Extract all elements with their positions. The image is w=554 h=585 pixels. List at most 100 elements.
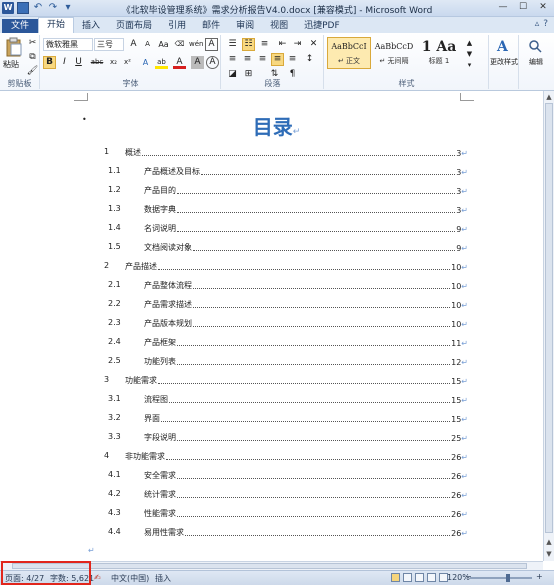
language-indicator[interactable]: 中文(中国) [111, 573, 149, 584]
toc-entry[interactable]: 产品描述 10↵ [125, 260, 468, 272]
toc-entry[interactable]: 功能列表 12↵ [144, 355, 468, 367]
zoom-in-button[interactable]: + [536, 572, 543, 581]
increase-indent-button[interactable]: ⇥ [291, 38, 304, 51]
strikethrough-button[interactable]: abc [89, 56, 105, 69]
clear-formatting-icon[interactable]: ⌫ [173, 38, 186, 51]
maximize-button[interactable]: ☐ [516, 1, 530, 14]
change-styles-icon[interactable]: A [496, 37, 512, 55]
close-button[interactable]: ✕ [536, 1, 550, 14]
next-page-icon[interactable]: ▼ [544, 549, 554, 559]
paste-icon[interactable] [5, 37, 23, 57]
superscript-button[interactable]: x² [121, 56, 134, 69]
grow-font-icon[interactable]: A [127, 38, 140, 51]
tab-view[interactable]: 视图 [262, 19, 296, 33]
tab-insert[interactable]: 插入 [74, 19, 108, 33]
toc-entry[interactable]: 名词说明 9↵ [144, 222, 468, 234]
insert-mode-indicator[interactable]: 插入 [155, 573, 171, 584]
tab-pdf[interactable]: 迅捷PDF [296, 19, 348, 33]
toc-entry[interactable]: 产品需求描述 10↵ [144, 298, 468, 310]
text-effects-icon[interactable]: A [139, 56, 152, 69]
paragraph-mark: ↵ [461, 529, 468, 538]
font-color-button[interactable]: A [173, 56, 186, 69]
print-layout-view-icon[interactable] [391, 573, 400, 582]
toc-entry[interactable]: 安全需求 26↵ [144, 469, 468, 481]
toc-entry[interactable]: 非功能需求 26↵ [125, 450, 468, 462]
tab-page-layout[interactable]: 页面布局 [108, 19, 160, 33]
tab-mailings[interactable]: 邮件 [194, 19, 228, 33]
full-screen-reading-icon[interactable] [403, 573, 412, 582]
phonetic-guide-icon[interactable]: wén [189, 38, 203, 51]
zoom-slider-knob[interactable] [506, 574, 510, 582]
align-right-button[interactable]: ≡ [256, 53, 269, 66]
numbering-button[interactable]: ☷ [242, 38, 255, 51]
shrink-font-icon[interactable]: A [141, 38, 154, 51]
styles-more-icon[interactable]: ▾ [463, 59, 476, 72]
toc-entry[interactable]: 功能需求 15↵ [125, 374, 468, 386]
toc-entry[interactable]: 性能需求 26↵ [144, 507, 468, 519]
style-heading-1[interactable]: 1 Aa 标题 1 [417, 37, 461, 69]
toc-leader-dots [177, 193, 456, 194]
document-page[interactable]: • 目录↵ 1 概述 3↵ 1.1 产品概述及目标 3↵ 1.2 产品目的 3↵ 1.3 数据字典 3… [0, 91, 543, 561]
format-painter-icon[interactable]: 🖌 [26, 65, 39, 78]
toc-entry[interactable]: 易用性需求 26↵ [144, 526, 468, 538]
character-border-icon[interactable]: A [205, 38, 218, 51]
toc-entry[interactable]: 产品整体流程 10↵ [144, 279, 468, 291]
minimize-ribbon-icon[interactable]: ▵ [535, 19, 540, 29]
toc-entry[interactable]: 产品目的 3↵ [144, 184, 468, 196]
minimize-button[interactable]: — [496, 1, 510, 14]
web-layout-icon[interactable] [415, 573, 424, 582]
bold-button[interactable]: B [43, 56, 56, 69]
align-left-button[interactable]: ≡ [226, 53, 239, 66]
subscript-button[interactable]: x₂ [107, 56, 120, 69]
vertical-scrollbar[interactable]: ▲ ▲ ▼ [543, 91, 554, 561]
line-spacing-button[interactable]: ↕ [303, 53, 316, 66]
tab-references[interactable]: 引用 [160, 19, 194, 33]
previous-page-icon[interactable]: ▲ [544, 537, 554, 547]
paste-label[interactable]: 粘贴 [3, 59, 19, 70]
change-case-icon[interactable]: Aa [157, 38, 170, 51]
bullets-button[interactable]: ☰ [226, 38, 239, 51]
toc-entry[interactable]: 文档阅读对象 9↵ [144, 241, 468, 253]
toc-entry[interactable]: 产品版本规划 10↵ [144, 317, 468, 329]
align-center-button[interactable]: ≡ [241, 53, 254, 66]
distributed-button[interactable]: ≡ [286, 53, 299, 66]
underline-button[interactable]: U [72, 56, 85, 69]
font-name-select[interactable]: 微软雅黑 [43, 38, 93, 51]
italic-button[interactable]: I [58, 56, 71, 69]
justify-button[interactable]: ≡ [271, 53, 284, 66]
help-icon[interactable]: ? [543, 19, 548, 29]
toc-entry[interactable]: 字段说明 25↵ [144, 431, 468, 443]
change-styles-label[interactable]: 更改样式 [485, 57, 523, 67]
toc-entry[interactable]: 界面 15↵ [144, 412, 468, 424]
toc-entry[interactable]: 流程图 15↵ [144, 393, 468, 405]
toc-entry[interactable]: 产品框架 11↵ [144, 336, 468, 348]
toc-entry[interactable]: 统计需求 26↵ [144, 488, 468, 500]
scroll-up-icon[interactable]: ▲ [544, 92, 554, 102]
tab-file[interactable]: 文件 [2, 19, 39, 33]
vertical-scroll-thumb[interactable] [545, 103, 553, 533]
cut-icon[interactable]: ✂ [26, 37, 39, 50]
style-no-spacing[interactable]: AaBbCcD ↵ 无间隔 [372, 37, 416, 69]
tab-review[interactable]: 审阅 [228, 19, 262, 33]
copy-icon[interactable]: ⧉ [26, 51, 39, 64]
enclose-characters-button[interactable]: A [206, 56, 219, 69]
toc-title[interactable]: 目录↵ [0, 111, 543, 140]
tab-home[interactable]: 开始 [38, 17, 75, 33]
zoom-slider[interactable] [470, 577, 532, 579]
chinese-layout-button[interactable]: ✕ [307, 38, 320, 51]
outline-view-icon[interactable] [427, 573, 436, 582]
editing-label[interactable]: 编辑 [522, 57, 550, 67]
font-size-select[interactable]: 三号 [94, 38, 124, 51]
toc-entry[interactable]: 产品概述及目标 3↵ [144, 165, 468, 177]
style-normal[interactable]: AaBbCcI ↵ 正文 [327, 37, 371, 69]
proofing-icon[interactable]: ✍ [94, 573, 101, 582]
toc-entry[interactable]: 概述 3↵ [125, 146, 468, 158]
highlight-color-button[interactable]: ab [155, 56, 168, 69]
character-shading-button[interactable]: A [191, 56, 204, 69]
decrease-indent-button[interactable]: ⇤ [276, 38, 289, 51]
toc-entry-page: 10↵ [450, 282, 468, 291]
find-icon[interactable] [528, 39, 542, 53]
multilevel-list-button[interactable]: ≡ [258, 38, 271, 51]
crop-mark-top-left [74, 93, 88, 101]
toc-entry[interactable]: 数据字典 3↵ [144, 203, 468, 215]
